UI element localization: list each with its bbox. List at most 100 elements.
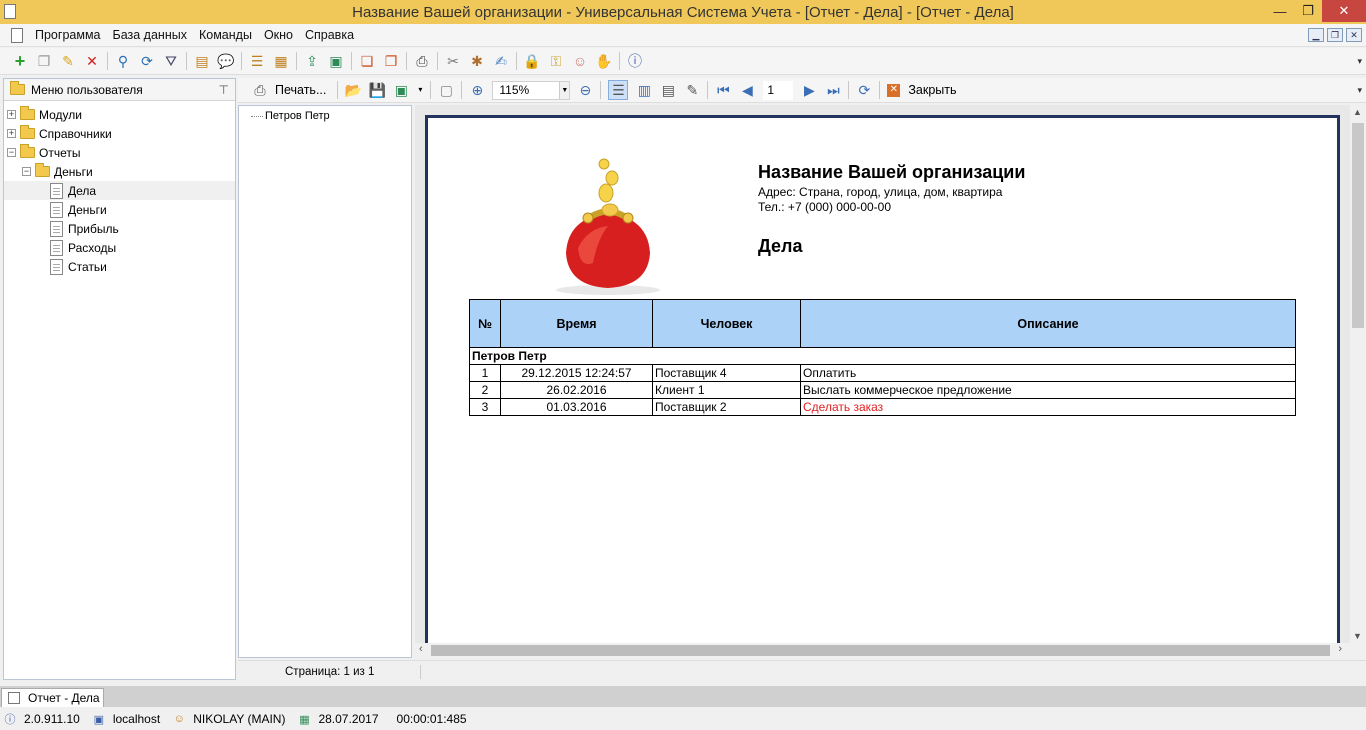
horizontal-scrollbar[interactable]: ‹ › bbox=[415, 643, 1350, 658]
key-icon[interactable]: ⚿ bbox=[548, 53, 564, 69]
vertical-scrollbar[interactable]: ▲ ▼ bbox=[1350, 105, 1366, 643]
mdi-restore-button[interactable]: ❐ bbox=[1327, 28, 1343, 42]
settings-icon[interactable]: ✱ bbox=[469, 53, 485, 69]
menu-help[interactable]: Справка bbox=[299, 28, 360, 42]
app-icon[interactable] bbox=[4, 4, 16, 19]
tree-icon[interactable]: ☰ bbox=[249, 53, 265, 69]
menu-database[interactable]: База данных bbox=[107, 28, 193, 42]
restore-button[interactable]: ❐ bbox=[1294, 0, 1322, 22]
printer-icon[interactable]: ⎙ bbox=[252, 82, 268, 98]
group-icon[interactable]: ▦ bbox=[273, 53, 289, 69]
tree-item-expenses-report[interactable]: Расходы bbox=[4, 238, 235, 257]
find-icon[interactable]: ▤ bbox=[660, 82, 676, 98]
toolbar-overflow-icon[interactable]: ▾ bbox=[1357, 56, 1362, 67]
preview-status-bar: Страница: 1 из 1 bbox=[238, 660, 1366, 682]
first-page-icon[interactable]: ⏮ bbox=[715, 82, 731, 98]
previous-page-icon[interactable]: ◀ bbox=[739, 82, 755, 98]
close-preview-icon[interactable]: ✕ bbox=[887, 83, 901, 97]
title-bar: Название Вашей организации - Универсальн… bbox=[0, 0, 1366, 24]
elapsed-indicator: 00:00:01:485 bbox=[397, 712, 467, 726]
users-icon[interactable]: ☺ bbox=[572, 53, 588, 69]
edit-page-icon[interactable]: ✎ bbox=[684, 82, 700, 98]
scroll-left-icon[interactable]: ‹ bbox=[419, 643, 423, 655]
minimize-button[interactable]: — bbox=[1266, 0, 1294, 22]
search-icon[interactable]: ⚲ bbox=[115, 53, 131, 69]
new-window-icon[interactable]: ❏ bbox=[359, 53, 375, 69]
tab-report-tasks[interactable]: Отчет - Дела bbox=[1, 688, 104, 707]
cell-person: Поставщик 4 bbox=[652, 364, 801, 382]
tree-item-directories[interactable]: + Справочники bbox=[4, 124, 235, 143]
close-button[interactable]: ✕ bbox=[1322, 0, 1366, 22]
page-setup-icon[interactable]: ▢ bbox=[438, 82, 454, 98]
scrollbar-thumb[interactable] bbox=[431, 645, 1330, 656]
tree-item-articles-report[interactable]: Статьи bbox=[4, 257, 235, 276]
refresh-icon[interactable]: ⟳ bbox=[139, 53, 155, 69]
organization-name: Название Вашей организации bbox=[758, 162, 1026, 182]
tree-item-modules[interactable]: + Модули bbox=[4, 105, 235, 124]
tree-item-profit-report[interactable]: Прибыль bbox=[4, 219, 235, 238]
zoom-in-icon[interactable]: ⊕ bbox=[469, 82, 485, 98]
tree-item-tasks-report[interactable]: Дела bbox=[4, 181, 235, 200]
organization-address: Адрес: Страна, город, улица, дом, кварти… bbox=[758, 185, 1003, 199]
document-icon[interactable] bbox=[11, 27, 23, 43]
export-icon[interactable]: ▣ bbox=[393, 82, 409, 98]
tree-item-money-folder[interactable]: − Деньги bbox=[4, 162, 235, 181]
scroll-down-icon[interactable]: ▼ bbox=[1353, 631, 1362, 641]
next-page-icon[interactable]: ▶ bbox=[801, 82, 817, 98]
scroll-right-icon[interactable]: › bbox=[1338, 643, 1342, 655]
zoom-out-icon[interactable]: ⊖ bbox=[577, 82, 593, 98]
import-icon[interactable]: ▤ bbox=[194, 53, 210, 69]
edit-icon[interactable]: ✎ bbox=[60, 53, 76, 69]
dropdown-icon[interactable]: ▾ bbox=[417, 82, 423, 98]
expand-icon[interactable]: + bbox=[7, 110, 16, 119]
page-number-input[interactable]: 1 bbox=[763, 80, 794, 100]
menu-commands[interactable]: Команды bbox=[193, 28, 258, 42]
close-window-icon[interactable]: ❐ bbox=[383, 53, 399, 69]
chevron-down-icon[interactable]: ▼ bbox=[559, 81, 570, 99]
copy-icon[interactable]: ❐ bbox=[36, 53, 52, 69]
column-header: Человек bbox=[652, 299, 801, 348]
outline-toggle-icon[interactable]: ☰ bbox=[608, 80, 629, 100]
close-preview-button[interactable]: Закрыть bbox=[908, 83, 956, 97]
print-menu-icon[interactable]: ⎙ bbox=[414, 53, 430, 69]
comment-icon[interactable]: 💬 bbox=[217, 53, 234, 69]
pin-icon[interactable]: ⊤ bbox=[219, 83, 229, 97]
scrollbar-thumb[interactable] bbox=[1352, 123, 1364, 328]
expand-icon[interactable]: + bbox=[7, 129, 16, 138]
note-icon[interactable]: ✍ bbox=[493, 53, 509, 69]
tree-item-money-report[interactable]: Деньги bbox=[4, 200, 235, 219]
permissions-icon[interactable]: ✋ bbox=[595, 53, 612, 69]
mdi-minimize-button[interactable]: ▁ bbox=[1308, 28, 1324, 42]
menu-window[interactable]: Окно bbox=[258, 28, 299, 42]
thumbnails-icon[interactable]: ▥ bbox=[636, 82, 652, 98]
mdi-close-button[interactable]: ✕ bbox=[1346, 28, 1362, 42]
add-icon[interactable]: + bbox=[12, 52, 28, 70]
filter-icon[interactable]: ⛛ bbox=[163, 53, 179, 69]
separator bbox=[351, 52, 352, 70]
zoom-select[interactable]: 115% ▼ bbox=[492, 80, 571, 100]
menu-program[interactable]: Программа bbox=[29, 28, 107, 42]
report-preview-area[interactable]: Название Вашей организации Адрес: Страна… bbox=[415, 105, 1350, 643]
scroll-up-icon[interactable]: ▲ bbox=[1353, 107, 1362, 117]
save-icon[interactable]: 💾 bbox=[369, 82, 386, 98]
page-info: Страница: 1 из 1 bbox=[285, 665, 375, 678]
last-page-icon[interactable]: ⏭ bbox=[825, 82, 841, 98]
document-icon bbox=[8, 692, 20, 704]
separator bbox=[879, 81, 881, 99]
tools-icon[interactable]: ✂ bbox=[445, 53, 461, 69]
lock-icon[interactable]: 🔒 bbox=[523, 53, 540, 69]
toolbar-overflow-icon[interactable]: ▾ bbox=[1357, 85, 1362, 96]
print-button[interactable]: Печать... bbox=[275, 83, 326, 97]
collapse-icon[interactable]: − bbox=[22, 167, 31, 176]
report-icon bbox=[50, 220, 63, 237]
date-text: 28.07.2017 bbox=[318, 712, 379, 726]
delete-icon[interactable]: ✕ bbox=[84, 53, 100, 69]
collapse-icon[interactable]: − bbox=[7, 148, 16, 157]
export-excel-icon[interactable]: ▣ bbox=[328, 53, 344, 69]
open-icon[interactable]: 📂 bbox=[345, 82, 362, 98]
info-icon[interactable]: ⓘ bbox=[627, 53, 643, 69]
export-icon[interactable]: ⇪ bbox=[304, 53, 320, 69]
tree-item-reports[interactable]: − Отчеты bbox=[4, 143, 235, 162]
refresh-icon[interactable]: ⟳ bbox=[856, 82, 872, 98]
outline-node[interactable]: Петров Петр bbox=[251, 110, 330, 122]
